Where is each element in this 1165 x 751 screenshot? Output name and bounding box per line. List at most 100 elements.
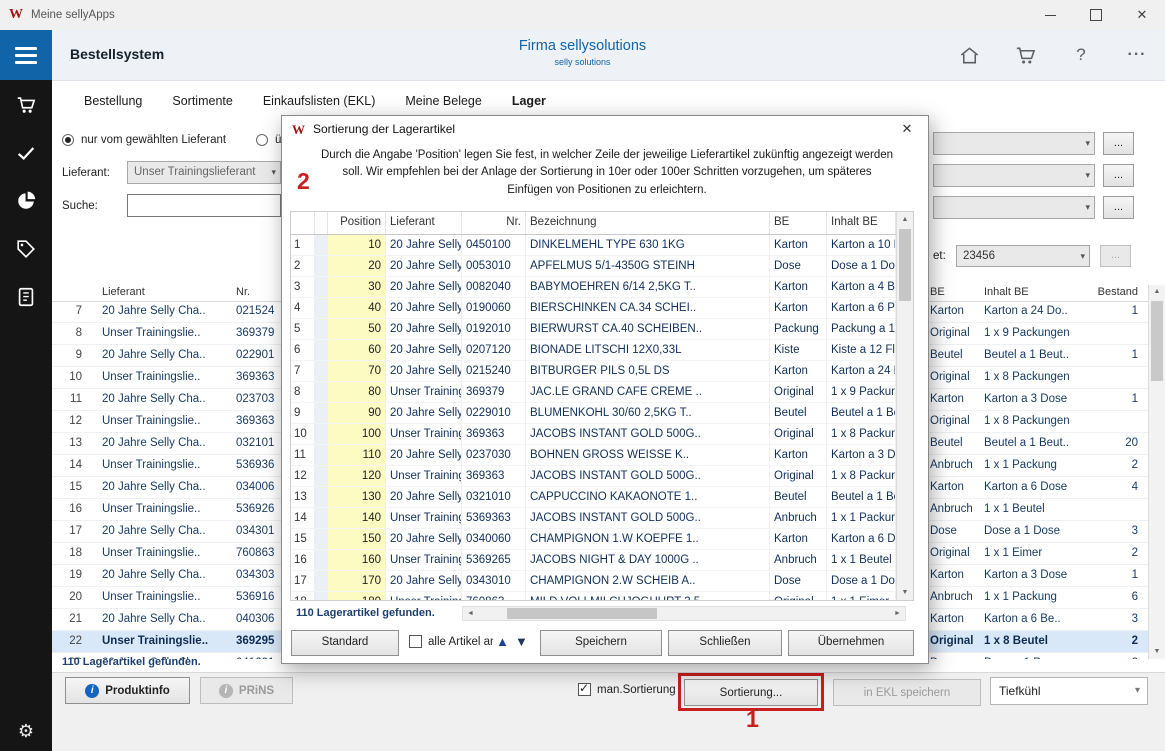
- move-up-button[interactable]: ▲: [496, 632, 509, 652]
- table-row[interactable]: 880Unser Trainingslie..369379JAC.LE GRAN…: [291, 382, 913, 403]
- column-header-inhalt-be[interactable]: Inhalt BE: [827, 212, 896, 234]
- scroll-down-icon[interactable]: ▼: [1149, 645, 1165, 659]
- sidebar-catalog-icon[interactable]: [15, 286, 37, 308]
- speichern-button[interactable]: Speichern: [540, 630, 662, 656]
- man-sortierung-checkbox-group[interactable]: man.Sortierung: [578, 683, 676, 696]
- cell-inhalt-be: 1 x 8 Packungen: [827, 424, 896, 445]
- search-input[interactable]: [127, 194, 281, 217]
- scroll-left-icon[interactable]: ◄: [463, 607, 478, 620]
- supplier-combobox[interactable]: Unser Trainingslieferant ▾: [127, 161, 281, 184]
- sidebar-check-icon[interactable]: [15, 142, 37, 164]
- sidebar-pie-chart-icon[interactable]: [15, 190, 37, 212]
- scrollbar-thumb[interactable]: [507, 608, 657, 619]
- table-row[interactable]: 1515020 Jahre Selly Cha..0340060CHAMPIGN…: [291, 529, 913, 550]
- column-header-lieferant[interactable]: Lieferant: [102, 285, 232, 300]
- alle-artikel-checkbox-group[interactable]: alle Artikel ar: [409, 635, 493, 648]
- scroll-up-icon[interactable]: ▲: [1149, 285, 1165, 299]
- table-row[interactable]: 99020 Jahre Selly Cha..0229010BLUMENKOHL…: [291, 403, 913, 424]
- table-row[interactable]: 77020 Jahre Selly Cha..0215240BITBURGER …: [291, 361, 913, 382]
- produktinfo-button[interactable]: i Produktinfo: [65, 677, 190, 704]
- row-number: 8: [56, 323, 82, 344]
- column-header-position[interactable]: Position: [328, 212, 386, 234]
- radio-supplier-only[interactable]: nur vom gewählten Lieferant: [62, 134, 226, 146]
- column-header-be[interactable]: BE: [930, 285, 980, 300]
- column-header-be[interactable]: BE: [770, 212, 827, 234]
- home-icon[interactable]: [957, 43, 981, 67]
- table-row[interactable]: 16160Unser Trainingslie..5369265JACOBS N…: [291, 550, 913, 571]
- close-button[interactable]: ✕: [1119, 0, 1165, 30]
- dialog-titlebar[interactable]: W Sortierung der Lagerartikel ✕: [282, 116, 928, 142]
- standard-button[interactable]: Standard: [291, 630, 399, 656]
- cell-lieferant: 20 Jahre Selly Cha..: [386, 445, 462, 466]
- checkbox-icon[interactable]: [578, 683, 591, 696]
- column-header-nr[interactable]: Nr.: [462, 212, 526, 234]
- tab-sortimente[interactable]: Sortimente: [172, 94, 232, 108]
- filter-combobox-3[interactable]: ▾: [933, 196, 1095, 219]
- filter-combobox-1[interactable]: ▾: [933, 132, 1095, 155]
- tiefkuehl-dropdown[interactable]: Tiefkühl ▾: [990, 677, 1148, 705]
- column-header-bestand[interactable]: Bestand: [1086, 285, 1138, 300]
- table-row[interactable]: 14140Unser Trainingslie..5369363JACOBS I…: [291, 508, 913, 529]
- cell-be: Anbruch: [770, 550, 827, 571]
- table-row[interactable]: 18180Unser Trainingslie..760863MILD.VOLL…: [291, 592, 913, 601]
- schliessen-button[interactable]: Schließen: [668, 630, 782, 656]
- uebernehmen-button[interactable]: Übernehmen: [788, 630, 914, 656]
- browse-button-1[interactable]: ...: [1103, 132, 1134, 155]
- table-row[interactable]: 12120Unser Trainingslie..369363JACOBS IN…: [291, 466, 913, 487]
- radio-icon[interactable]: [256, 134, 268, 146]
- tab-bestellung[interactable]: Bestellung: [84, 94, 142, 108]
- maximize-button[interactable]: [1073, 0, 1119, 30]
- tab-einkaufslisten[interactable]: Einkaufslisten (EKL): [263, 94, 376, 108]
- radio-all-suppliers[interactable]: ü: [256, 134, 281, 146]
- cell-lieferant: 20 Jahre Selly Cha..: [386, 319, 462, 340]
- sidebar-tag-icon[interactable]: [15, 238, 37, 260]
- minimize-button[interactable]: [1027, 0, 1073, 30]
- browse-button-2[interactable]: ...: [1103, 164, 1134, 187]
- table-row[interactable]: 44020 Jahre Selly Cha..0190060BIERSCHINK…: [291, 298, 913, 319]
- table-row[interactable]: 55020 Jahre Selly Cha..0192010BIERWURST …: [291, 319, 913, 340]
- cell-inhalt-be: Karton a 3 Dose: [827, 445, 896, 466]
- move-down-button[interactable]: ▼: [515, 632, 528, 652]
- sortierung-button[interactable]: Sortierung...: [684, 679, 818, 706]
- stock-vertical-scrollbar[interactable]: ▲ ▼: [1148, 285, 1165, 659]
- checkbox-icon[interactable]: [409, 635, 422, 648]
- scrollbar-thumb[interactable]: [1151, 301, 1163, 381]
- menu-button[interactable]: [0, 30, 52, 80]
- scroll-down-icon[interactable]: ▼: [897, 585, 913, 600]
- cell-nr: 0237030: [462, 445, 526, 466]
- table-row[interactable]: 11020 Jahre Selly Cha..0450100DINKELMEHL…: [291, 235, 913, 256]
- table-row[interactable]: 22020 Jahre Selly Cha..0053010APFELMUS 5…: [291, 256, 913, 277]
- more-icon[interactable]: ···: [1125, 43, 1149, 67]
- dialog-horizontal-scrollbar[interactable]: ◄ ►: [462, 606, 906, 621]
- dialog-vertical-scrollbar[interactable]: ▲ ▼: [896, 212, 913, 600]
- browse-button-3[interactable]: ...: [1103, 196, 1134, 219]
- sidebar-cart-icon[interactable]: [15, 94, 37, 116]
- cell-be: Original: [930, 367, 980, 388]
- cell-be: Karton: [770, 529, 827, 550]
- row-indicator: [315, 361, 328, 382]
- help-icon[interactable]: ?: [1069, 43, 1093, 67]
- search-label: Suche:: [62, 200, 98, 212]
- column-header-lieferant[interactable]: Lieferant: [386, 212, 462, 234]
- dialog-close-button[interactable]: ✕: [886, 116, 928, 142]
- scroll-right-icon[interactable]: ►: [890, 607, 905, 620]
- table-row[interactable]: 66020 Jahre Selly Cha..0207120BIONADE LI…: [291, 340, 913, 361]
- column-header-inhalt-be[interactable]: Inhalt BE: [984, 285, 1084, 300]
- table-row[interactable]: 10100Unser Trainingslie..369363JACOBS IN…: [291, 424, 913, 445]
- sortiment-combobox[interactable]: 23456 ▾: [956, 245, 1090, 267]
- tab-lager[interactable]: Lager: [512, 94, 546, 108]
- cart-icon[interactable]: [1013, 43, 1037, 67]
- filter-combobox-2[interactable]: ▾: [933, 164, 1095, 187]
- row-indicator: [88, 367, 100, 388]
- radio-icon[interactable]: [62, 134, 74, 146]
- table-row[interactable]: 1717020 Jahre Selly Cha..0343010CHAMPIGN…: [291, 571, 913, 592]
- tab-meine-belege[interactable]: Meine Belege: [405, 94, 481, 108]
- table-row[interactable]: 1313020 Jahre Selly Cha..0321010CAPPUCCI…: [291, 487, 913, 508]
- settings-gear-icon[interactable]: ⚙: [0, 721, 52, 742]
- scrollbar-thumb[interactable]: [899, 229, 911, 301]
- table-row[interactable]: 33020 Jahre Selly Cha..0082040BABYMOEHRE…: [291, 277, 913, 298]
- chevron-down-icon: ▾: [271, 162, 276, 183]
- table-row[interactable]: 1111020 Jahre Selly Cha..0237030BOHNEN G…: [291, 445, 913, 466]
- scroll-up-icon[interactable]: ▲: [897, 212, 913, 227]
- column-header-bezeichnung[interactable]: Bezeichnung: [526, 212, 770, 234]
